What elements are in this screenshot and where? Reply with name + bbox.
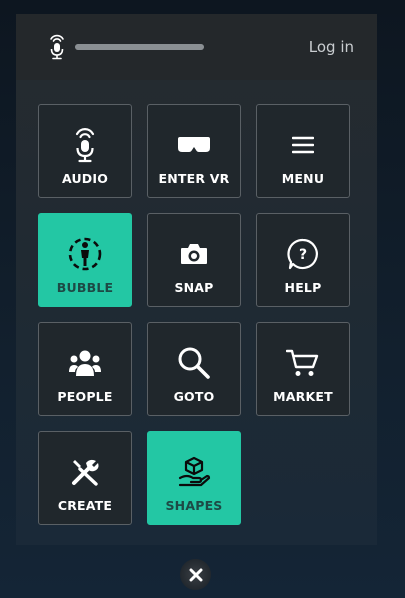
hand-cube-icon [148, 452, 240, 492]
tile-label: ENTER VR [158, 171, 230, 186]
help-button[interactable]: ? HELP [256, 213, 350, 307]
mic-level-bar [75, 44, 204, 50]
tile-label: PEOPLE [57, 389, 113, 404]
create-button[interactable]: CREATE [38, 431, 132, 525]
enter-vr-button[interactable]: ENTER VR [147, 104, 241, 198]
bubble-person-icon [39, 234, 131, 274]
tile-label: BUBBLE [56, 280, 114, 295]
close-icon [189, 568, 202, 581]
goto-button[interactable]: GOTO [147, 322, 241, 416]
mic-level-fill [75, 44, 204, 50]
login-link[interactable]: Log in [309, 38, 354, 56]
help-question-icon: ? [257, 234, 349, 274]
menu-button[interactable]: MENU [256, 104, 350, 198]
top-bar: Log in [16, 14, 377, 80]
hamburger-menu-icon [257, 125, 349, 165]
people-button[interactable]: PEOPLE [38, 322, 132, 416]
tile-label: CREATE [57, 498, 113, 513]
audio-button[interactable]: AUDIO [38, 104, 132, 198]
tile-label: SHAPES [165, 498, 223, 513]
app-stage: Log in AUDIO ENTER VR MENU BUBBLE SNAP ?… [0, 0, 405, 598]
tile-label: MENU [281, 171, 325, 186]
shapes-button[interactable]: SHAPES [147, 431, 241, 525]
tablet-panel: Log in AUDIO ENTER VR MENU BUBBLE SNAP ?… [16, 14, 377, 545]
tools-icon [39, 452, 131, 492]
vr-headset-icon [148, 125, 240, 165]
close-button[interactable] [180, 559, 211, 590]
svg-text:?: ? [299, 247, 307, 263]
snap-button[interactable]: SNAP [147, 213, 241, 307]
microphone-icon[interactable] [48, 34, 66, 60]
cart-icon [257, 343, 349, 383]
tile-label: SNAP [174, 280, 214, 295]
market-button[interactable]: MARKET [256, 322, 350, 416]
bubble-button[interactable]: BUBBLE [38, 213, 132, 307]
microphone-icon [39, 125, 131, 165]
tile-label: HELP [284, 280, 322, 295]
people-icon [39, 343, 131, 383]
magnifier-icon [148, 343, 240, 383]
tile-label: MARKET [273, 389, 333, 404]
tile-label: AUDIO [61, 171, 109, 186]
tile-label: GOTO [173, 389, 215, 404]
camera-icon [148, 234, 240, 274]
